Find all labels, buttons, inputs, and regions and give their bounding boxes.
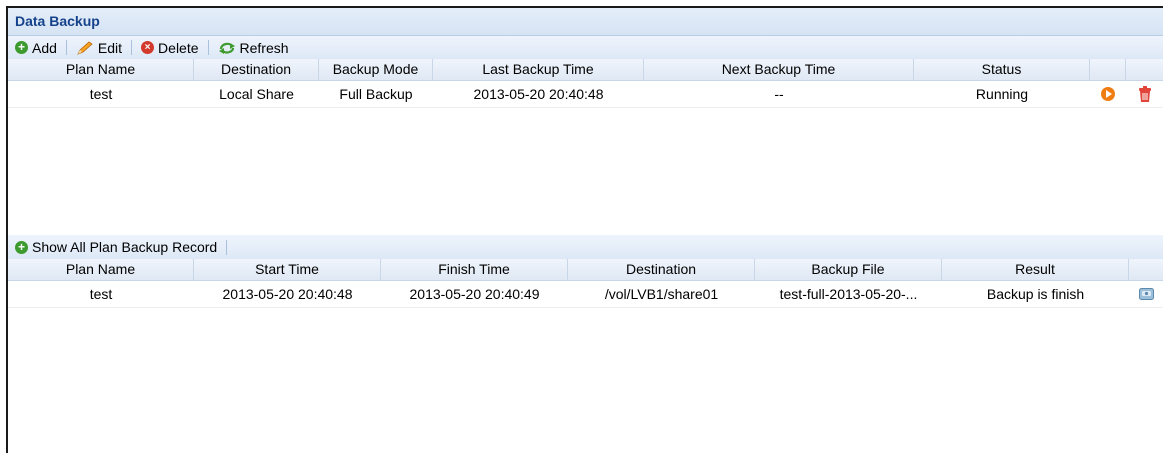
column-header-destination[interactable]: Destination <box>194 59 319 80</box>
destination-cell: Local Share <box>219 86 294 102</box>
data-backup-panel: Data Backup + Add Edit × Delete Refresh … <box>6 6 1163 453</box>
plans-grid: Plan Name Destination Backup Mode Last B… <box>8 59 1163 235</box>
start-cell <box>1090 81 1126 107</box>
backup-mode-cell: Full Backup <box>339 86 413 102</box>
finish-time-cell: 2013-05-20 20:40:49 <box>409 286 540 302</box>
column-header-action <box>1126 59 1163 80</box>
add-label: Add <box>32 39 57 56</box>
plans-grid-header: Plan Name Destination Backup Mode Last B… <box>8 59 1163 81</box>
pencil-icon <box>77 40 93 55</box>
column-header-plan-name[interactable]: Plan Name <box>8 259 194 280</box>
table-row[interactable]: test 2013-05-20 20:40:48 2013-05-20 20:4… <box>8 281 1163 308</box>
column-header-destination[interactable]: Destination <box>568 259 755 280</box>
next-backup-time-cell: -- <box>774 86 784 102</box>
edit-button[interactable]: Edit <box>73 40 125 56</box>
table-row[interactable]: test Local Share Full Backup 2013-05-20 … <box>8 81 1163 108</box>
plans-toolbar: + Add Edit × Delete Refresh <box>8 36 1163 59</box>
records-grid-header: Plan Name Start Time Finish Time Destina… <box>8 259 1163 281</box>
column-header-backup-mode[interactable]: Backup Mode <box>319 59 433 80</box>
disk-icon[interactable] <box>1138 288 1154 300</box>
plan-name-cell: test <box>89 286 113 302</box>
delete-circle-icon: × <box>141 41 155 54</box>
add-circle-icon: + <box>15 41 28 54</box>
records-toolbar: + Show All Plan Backup Record <box>8 235 1163 259</box>
add-circle-icon: + <box>15 240 28 254</box>
toolbar-separator <box>65 40 67 55</box>
backup-file-cell: test-full-2013-05-20-... <box>779 286 918 302</box>
column-header-action <box>1090 59 1126 80</box>
download-cell <box>1129 281 1163 307</box>
column-header-start-time[interactable]: Start Time <box>194 259 381 280</box>
delete-button[interactable]: × Delete <box>138 40 201 56</box>
panel-title: Data Backup <box>8 8 1163 36</box>
result-cell: Backup is finish <box>986 286 1085 302</box>
add-button[interactable]: + Add <box>12 40 60 56</box>
column-header-next-backup-time[interactable]: Next Backup Time <box>644 59 914 80</box>
column-header-last-backup-time[interactable]: Last Backup Time <box>433 59 644 80</box>
destination-cell: /vol/LVB1/share01 <box>604 286 719 302</box>
toolbar-separator <box>207 40 209 55</box>
toolbar-separator <box>226 239 228 255</box>
column-header-plan-name[interactable]: Plan Name <box>8 59 194 80</box>
show-all-records-button[interactable]: + Show All Plan Backup Record <box>12 239 220 255</box>
column-header-action <box>1129 259 1163 280</box>
last-backup-time-cell: 2013-05-20 20:40:48 <box>473 86 604 102</box>
refresh-label: Refresh <box>239 39 289 56</box>
show-all-records-label: Show All Plan Backup Record <box>32 239 218 255</box>
edit-label: Edit <box>97 39 123 56</box>
status-cell: Running <box>975 86 1029 102</box>
column-header-finish-time[interactable]: Finish Time <box>381 259 568 280</box>
play-icon[interactable] <box>1101 87 1115 101</box>
toolbar-separator <box>131 40 133 55</box>
column-header-result[interactable]: Result <box>942 259 1129 280</box>
column-header-status[interactable]: Status <box>914 59 1090 80</box>
trash-icon[interactable] <box>1138 85 1152 103</box>
column-header-backup-file[interactable]: Backup File <box>755 259 942 280</box>
refresh-button[interactable]: Refresh <box>215 40 292 56</box>
refresh-icon <box>218 42 235 54</box>
plan-name-cell: test <box>89 86 113 102</box>
records-grid: Plan Name Start Time Finish Time Destina… <box>8 259 1163 308</box>
remove-cell <box>1126 81 1163 107</box>
start-time-cell: 2013-05-20 20:40:48 <box>222 286 353 302</box>
delete-label: Delete <box>158 39 199 56</box>
